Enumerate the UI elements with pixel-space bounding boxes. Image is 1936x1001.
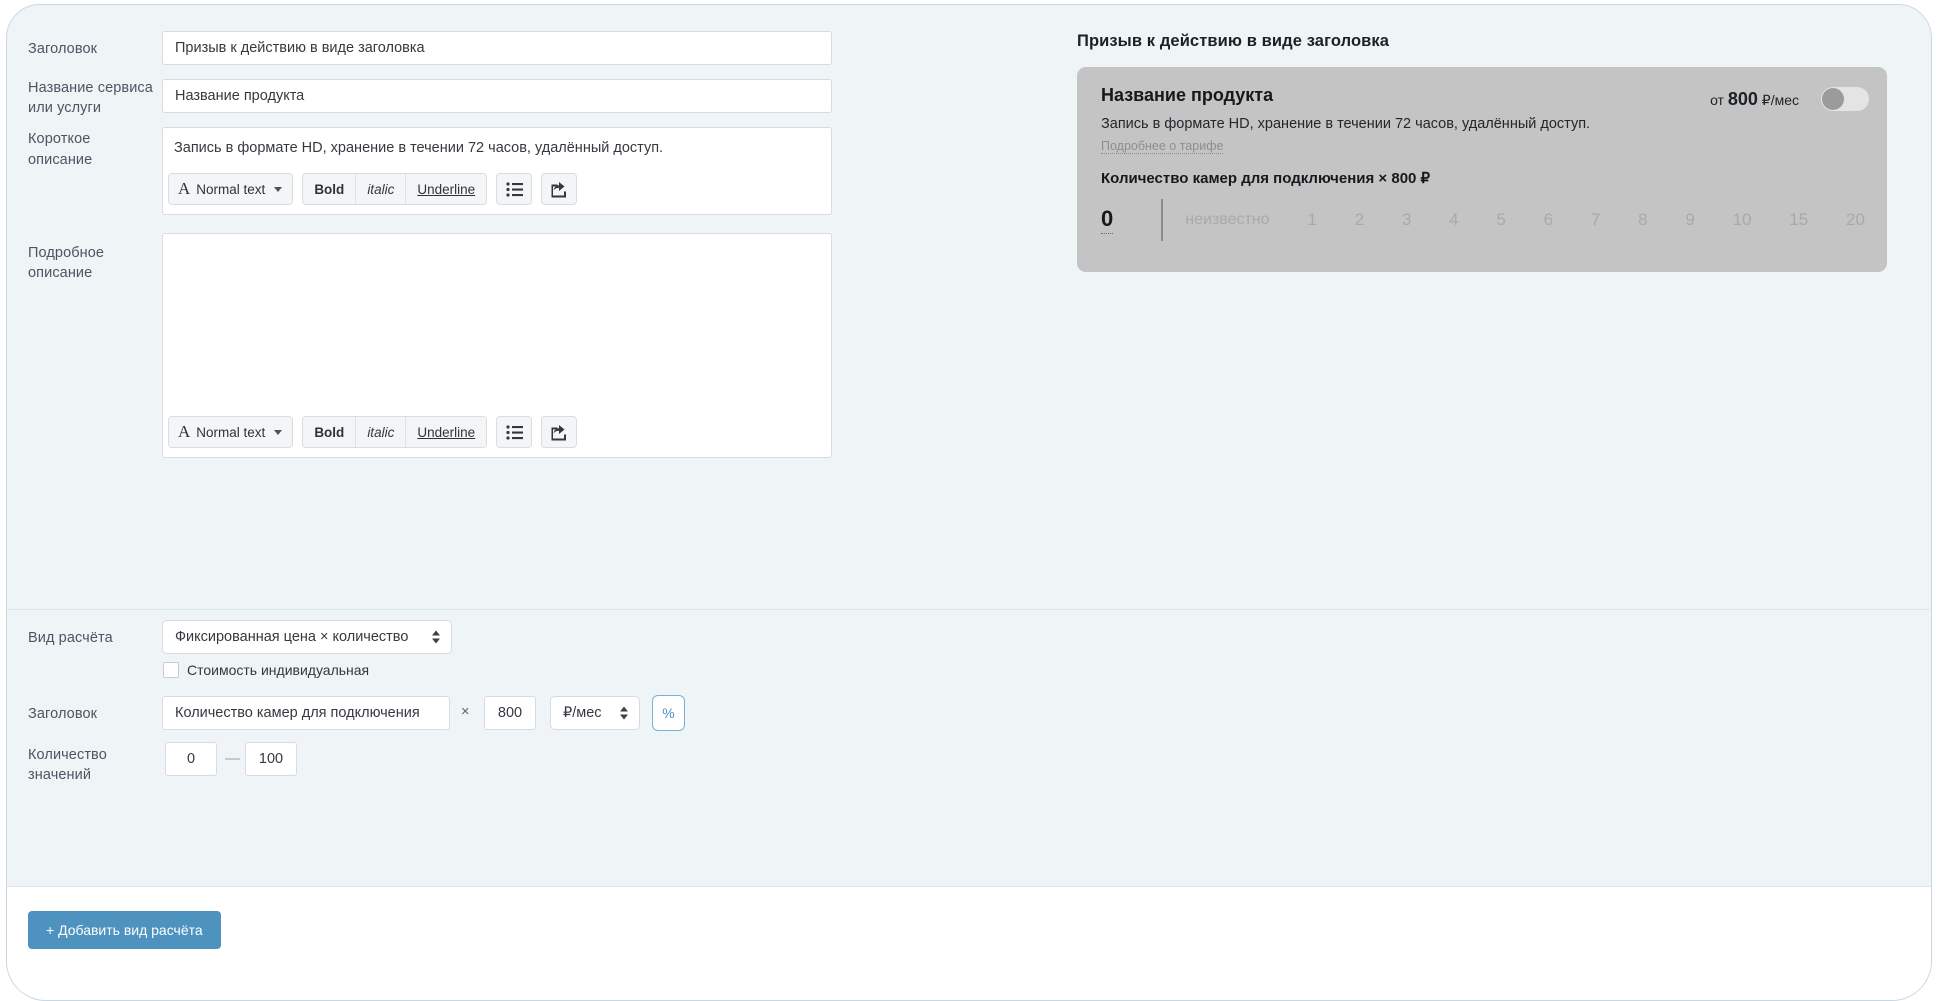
scale-option[interactable]: 6: [1544, 210, 1553, 230]
normal-text-label-2: Normal text: [196, 424, 266, 440]
unit-spinner-icon: [620, 706, 628, 720]
range-max-input[interactable]: [245, 742, 297, 776]
label-long-line1: Подробное: [28, 245, 105, 261]
select-spinner-icon: [432, 630, 440, 644]
content-top-section: Заголовок Название сервиса или услуги Ко…: [7, 5, 1931, 609]
chevron-down-icon: [274, 186, 283, 192]
scale-option[interactable]: 4: [1449, 210, 1458, 230]
label-short-line1: Короткое: [28, 131, 91, 147]
unit-select[interactable]: ₽/мес: [550, 696, 640, 730]
preview-row-title: Количество камер для подключения × 800 ₽: [1101, 170, 1431, 187]
label-calc-type: Вид расчёта: [28, 630, 113, 646]
individual-price-label: Стоимость индивидуальная: [187, 662, 370, 678]
label-title: Заголовок: [28, 41, 98, 57]
short-description-text[interactable]: Запись в формате HD, хранение в течении …: [174, 138, 820, 158]
scale-option[interactable]: 7: [1591, 210, 1600, 230]
font-a-icon: A: [178, 179, 191, 198]
normal-text-label: Normal text: [196, 181, 266, 197]
share-export-icon-2: [551, 424, 567, 440]
preview-value-scale: 0 неизвестно 1 2 3 4 5 6 7 8 9 10 15 20: [1101, 199, 1869, 241]
window-frame: Заголовок Название сервиса или услуги Ко…: [6, 4, 1932, 1001]
short-description-toolbar: A Normal text Bold italic Underline: [168, 173, 578, 205]
preview-selected-value[interactable]: 0: [1101, 206, 1114, 234]
normal-text-dropdown-2[interactable]: A Normal text: [169, 417, 293, 447]
calc-type-select[interactable]: Фиксированная цена × количество: [162, 620, 452, 654]
italic-button-2[interactable]: italic: [355, 417, 406, 447]
label-count-line1: Количество: [28, 747, 107, 763]
scale-option[interactable]: 9: [1685, 210, 1694, 230]
individual-price-checkbox[interactable]: [163, 662, 179, 678]
preview-heading: Призыв к действию в виде заголовка: [1077, 32, 1390, 50]
multiply-sign: ×: [461, 704, 470, 720]
normal-text-dropdown[interactable]: A Normal text: [169, 174, 293, 204]
bullet-list-icon: [506, 181, 523, 197]
add-calculation-type-button[interactable]: + Добавить вид расчёта: [28, 911, 221, 949]
calc-type-value: Фиксированная цена × количество: [175, 629, 409, 645]
label-service-line1: Название сервиса: [28, 80, 153, 96]
scale-option[interactable]: 1: [1307, 210, 1316, 230]
bold-button-2[interactable]: Bold: [303, 417, 356, 447]
scale-separator: [1161, 199, 1164, 241]
text-style-group: A Normal text: [168, 173, 294, 205]
percent-button[interactable]: %: [652, 695, 685, 731]
range-dash: —: [225, 750, 240, 767]
chevron-down-icon-2: [274, 429, 283, 435]
bullet-list-icon-2: [506, 424, 523, 440]
preview-description-text: Запись в формате HD, хранение в течении …: [1101, 116, 1591, 132]
scale-option[interactable]: 10: [1733, 210, 1752, 230]
row-title-input[interactable]: [162, 696, 450, 730]
scale-option[interactable]: 5: [1496, 210, 1505, 230]
embed-button-2[interactable]: [541, 416, 578, 448]
preview-panel: Призыв к действию в виде заголовка Назва…: [1077, 5, 1931, 609]
font-a-icon-2: A: [178, 422, 191, 441]
preview-description: Запись в формате HD, хранение в течении …: [1101, 113, 1601, 157]
long-description-editor[interactable]: A Normal text Bold italic Underline: [162, 233, 832, 458]
bullet-list-button[interactable]: [496, 173, 533, 205]
toggle-knob: [1822, 88, 1844, 110]
text-style-group-2: A Normal text: [168, 416, 294, 448]
label-short-line2: описание: [28, 152, 93, 168]
preview-product-name: Название продукта: [1101, 85, 1274, 105]
scale-option[interactable]: 2: [1355, 210, 1364, 230]
underline-button-2[interactable]: Underline: [405, 417, 487, 447]
long-description-toolbar: A Normal text Bold italic Underline: [168, 416, 578, 448]
italic-button[interactable]: italic: [355, 174, 406, 204]
label-row-title: Заголовок: [28, 706, 98, 722]
scale-option[interactable]: 20: [1846, 210, 1865, 230]
preview-more-link[interactable]: Подробнее о тарифе: [1101, 139, 1224, 154]
app-root: Заголовок Название сервиса или услуги Ко…: [0, 0, 1936, 1001]
unit-value: ₽/мес: [563, 705, 602, 721]
preview-product-card: Название продукта от 800 ₽/мес Запись в …: [1077, 67, 1887, 272]
short-description-editor[interactable]: Запись в формате HD, хранение в течении …: [162, 127, 832, 215]
service-name-input[interactable]: [162, 79, 832, 113]
underline-button[interactable]: Underline: [405, 174, 487, 204]
label-long-line2: описание: [28, 265, 93, 281]
text-format-group-2: Bold italic Underline: [302, 416, 488, 448]
label-count-line2: значений: [28, 767, 92, 783]
preview-price-unit: ₽/мес: [1761, 92, 1799, 108]
bold-button[interactable]: Bold: [303, 174, 356, 204]
calculation-section: Вид расчёта Фиксированная цена × количес…: [7, 610, 1931, 886]
scale-option[interactable]: 15: [1789, 210, 1808, 230]
scale-option[interactable]: 8: [1638, 210, 1647, 230]
footer-bar: + Добавить вид расчёта: [7, 887, 1931, 1000]
preview-price-prefix: от: [1710, 92, 1724, 108]
embed-button[interactable]: [541, 173, 578, 205]
preview-price-value: 800: [1727, 89, 1758, 109]
preview-price: от 800 ₽/мес: [1710, 89, 1799, 110]
share-export-icon: [551, 181, 567, 197]
window-inner: Заголовок Название сервиса или услуги Ко…: [7, 5, 1931, 1000]
individual-price-row[interactable]: Стоимость индивидуальная: [163, 662, 369, 678]
preview-scale-options: неизвестно 1 2 3 4 5 6 7 8 9 10 15 20: [1185, 210, 1869, 230]
text-format-group: Bold italic Underline: [302, 173, 488, 205]
amount-input[interactable]: [484, 696, 536, 730]
scale-option[interactable]: неизвестно: [1185, 211, 1269, 229]
scale-option[interactable]: 3: [1402, 210, 1411, 230]
bullet-list-button-2[interactable]: [496, 416, 533, 448]
label-service-line2: или услуги: [28, 100, 102, 116]
title-input[interactable]: [162, 31, 832, 65]
range-min-input[interactable]: [165, 742, 217, 776]
preview-toggle-switch[interactable]: [1821, 87, 1869, 111]
